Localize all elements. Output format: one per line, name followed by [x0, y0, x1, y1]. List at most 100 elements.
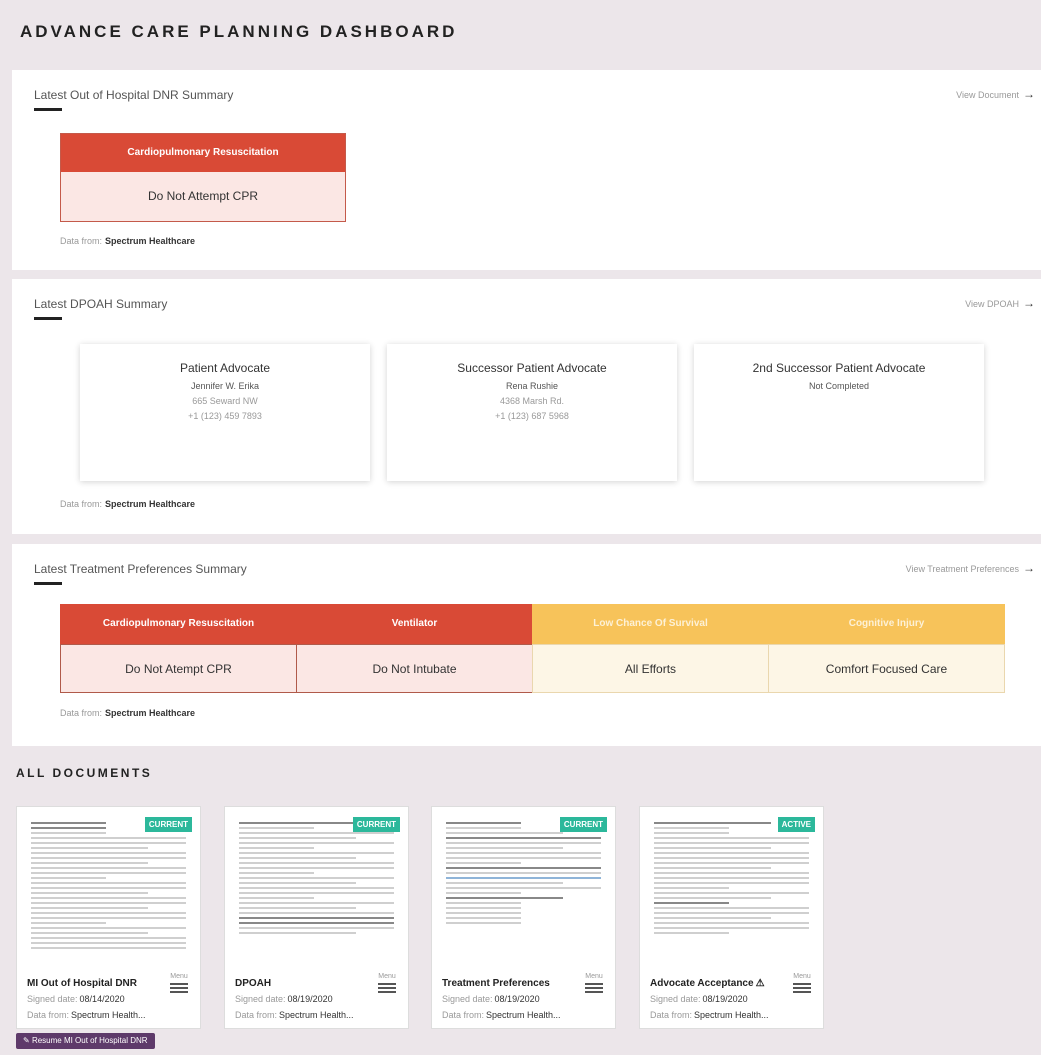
document-data-source: Data from: Spectrum Health... — [27, 1010, 146, 1020]
arrow-right-icon: → — [1023, 296, 1035, 310]
treatment-value: All Efforts — [532, 644, 769, 693]
signed-value: 08/14/2020 — [79, 994, 125, 1004]
advocate-name: Jennifer W. Erika — [190, 381, 260, 391]
document-menu-button[interactable]: Menu — [168, 973, 190, 995]
document-name: Treatment Preferences — [442, 978, 550, 989]
status-badge: CURRENT — [144, 817, 192, 832]
status-badge: CURRENT — [559, 817, 607, 832]
dnr-cpr-box: Cardiopulmonary Resuscitation Do Not Att… — [60, 133, 346, 222]
data-from-value: Spectrum Healthcare — [105, 236, 196, 246]
from-value: Spectrum Health... — [486, 1010, 561, 1020]
resume-dnr-button[interactable]: ✎ Resume MI Out of Hospital DNR — [16, 1033, 155, 1049]
dnr-cpr-value: Do Not Attempt CPR — [61, 172, 345, 221]
treatment-value: Do Not Atempt CPR — [60, 644, 297, 693]
signed-value: 08/19/2020 — [287, 994, 333, 1004]
hamburger-icon — [791, 983, 813, 993]
signed-label: Signed date: — [442, 994, 493, 1004]
status-badge: ACTIVE — [777, 817, 815, 832]
advocate-status: Not Completed — [808, 381, 870, 391]
advocate-name: Rena Rushie — [505, 381, 559, 391]
document-name: Advocate Acceptance — [650, 978, 754, 989]
advocate-address: 4368 Marsh Rd. — [499, 396, 565, 406]
document-name-row: Advocate Acceptance ⚠ — [650, 978, 765, 989]
from-label: Data from: — [27, 1010, 70, 1020]
treatment-header: Ventilator — [296, 604, 533, 644]
dnr-data-source: Data from: Spectrum Healthcare — [60, 236, 195, 246]
menu-label: Menu — [793, 973, 811, 980]
document-thumbnail[interactable] — [25, 811, 192, 966]
menu-label: Menu — [378, 973, 396, 980]
treatment-col-cpr: Cardiopulmonary Resuscitation Do Not Ate… — [60, 604, 297, 693]
document-signed-date: Signed date: 08/19/2020 — [235, 994, 333, 1004]
dnr-cpr-header: Cardiopulmonary Resuscitation — [61, 134, 345, 172]
data-from-label: Data from: — [60, 499, 103, 509]
title-underline — [34, 317, 62, 320]
document-card-dpoah[interactable]: CURRENT DPOAH Signed date: 08/19/2020 Dat… — [224, 806, 409, 1029]
resume-button-label: Resume MI Out of Hospital DNR — [31, 1036, 148, 1045]
dnr-panel-title: Latest Out of Hospital DNR Summary — [34, 88, 234, 102]
advocate-role: Patient Advocate — [179, 361, 271, 375]
document-thumbnail[interactable] — [440, 811, 607, 966]
advocate-role: 2nd Successor Patient Advocate — [752, 361, 926, 375]
document-data-source: Data from: Spectrum Health... — [650, 1010, 769, 1020]
view-dpoah-link[interactable]: View DPOAH → — [965, 296, 1035, 310]
advocate-phone: +1 (123) 687 5968 — [495, 411, 569, 421]
treatment-data-source: Data from: Spectrum Healthcare — [60, 708, 195, 718]
document-thumbnail[interactable] — [648, 811, 815, 966]
dpoah-data-source: Data from: Spectrum Healthcare — [60, 499, 195, 509]
document-menu-button[interactable]: Menu — [376, 973, 398, 995]
from-label: Data from: — [442, 1010, 485, 1020]
advocate-phone: +1 (123) 459 7893 — [188, 411, 262, 421]
document-name: DPOAH — [235, 978, 272, 989]
status-badge: CURRENT — [352, 817, 400, 832]
treatment-col-ventilator: Ventilator Do Not Intubate — [296, 604, 533, 693]
treatment-header: Low Chance Of Survival — [532, 604, 769, 644]
view-document-link[interactable]: View Document → — [956, 87, 1035, 101]
arrow-right-icon: → — [1023, 87, 1035, 101]
view-treatment-label: View Treatment Preferences — [905, 564, 1019, 574]
all-documents-title: ALL DOCUMENTS — [16, 766, 153, 780]
treatment-col-survival: Low Chance Of Survival All Efforts — [532, 604, 769, 693]
signed-label: Signed date: — [27, 994, 78, 1004]
treatment-header: Cognitive Injury — [768, 604, 1005, 644]
treatment-value: Comfort Focused Care — [768, 644, 1005, 693]
title-underline — [34, 582, 62, 585]
treatment-col-cognitive: Cognitive Injury Comfort Focused Care — [768, 604, 1005, 693]
warning-icon: ⚠ — [755, 978, 765, 989]
title-underline — [34, 108, 62, 111]
dpoah-panel-title: Latest DPOAH Summary — [34, 297, 168, 311]
hamburger-icon — [376, 983, 398, 993]
document-thumbnail[interactable] — [233, 811, 400, 966]
document-signed-date: Signed date: 08/19/2020 — [442, 994, 540, 1004]
menu-label: Menu — [585, 973, 603, 980]
document-card-advocate-acceptance[interactable]: ACTIVE Advocate Acceptance ⚠ Signed date:… — [639, 806, 824, 1029]
document-signed-date: Signed date: 08/14/2020 — [27, 994, 125, 1004]
dnr-summary-panel: Latest Out of Hospital DNR Summary View … — [12, 70, 1041, 270]
document-menu-button[interactable]: Menu — [583, 973, 605, 995]
advocate-role: Successor Patient Advocate — [457, 361, 607, 375]
from-label: Data from: — [650, 1010, 693, 1020]
document-card-treatment-preferences[interactable]: CURRENT Treatment Preferences Signed dat… — [431, 806, 616, 1029]
treatment-summary-panel: Latest Treatment Preferences Summary Vie… — [12, 544, 1041, 746]
menu-label: Menu — [170, 973, 188, 980]
data-from-value: Spectrum Healthcare — [105, 499, 196, 509]
view-document-label: View Document — [956, 90, 1019, 100]
page-title: ADVANCE CARE PLANNING DASHBOARD — [20, 22, 458, 41]
advocate-address: 665 Seward NW — [192, 396, 258, 406]
document-card-dnr[interactable]: CURRENT MI Out of Hospital DNR Signed da… — [16, 806, 201, 1029]
hamburger-icon — [168, 983, 190, 993]
data-from-value: Spectrum Healthcare — [105, 708, 196, 718]
from-label: Data from: — [235, 1010, 278, 1020]
data-from-label: Data from: — [60, 236, 103, 246]
view-treatment-preferences-link[interactable]: View Treatment Preferences → — [906, 561, 1035, 575]
hamburger-icon — [583, 983, 605, 993]
document-menu-button[interactable]: Menu — [791, 973, 813, 995]
signed-label: Signed date: — [650, 994, 701, 1004]
advocate-card-primary: Patient Advocate Jennifer W. Erika 665 S… — [80, 344, 370, 481]
document-name: MI Out of Hospital DNR — [27, 978, 137, 989]
view-dpoah-label: View DPOAH — [965, 299, 1019, 309]
signed-value: 08/19/2020 — [494, 994, 540, 1004]
advocate-card-successor: Successor Patient Advocate Rena Rushie 4… — [387, 344, 677, 481]
pencil-icon: ✎ — [23, 1036, 32, 1045]
treatment-header: Cardiopulmonary Resuscitation — [60, 604, 297, 644]
